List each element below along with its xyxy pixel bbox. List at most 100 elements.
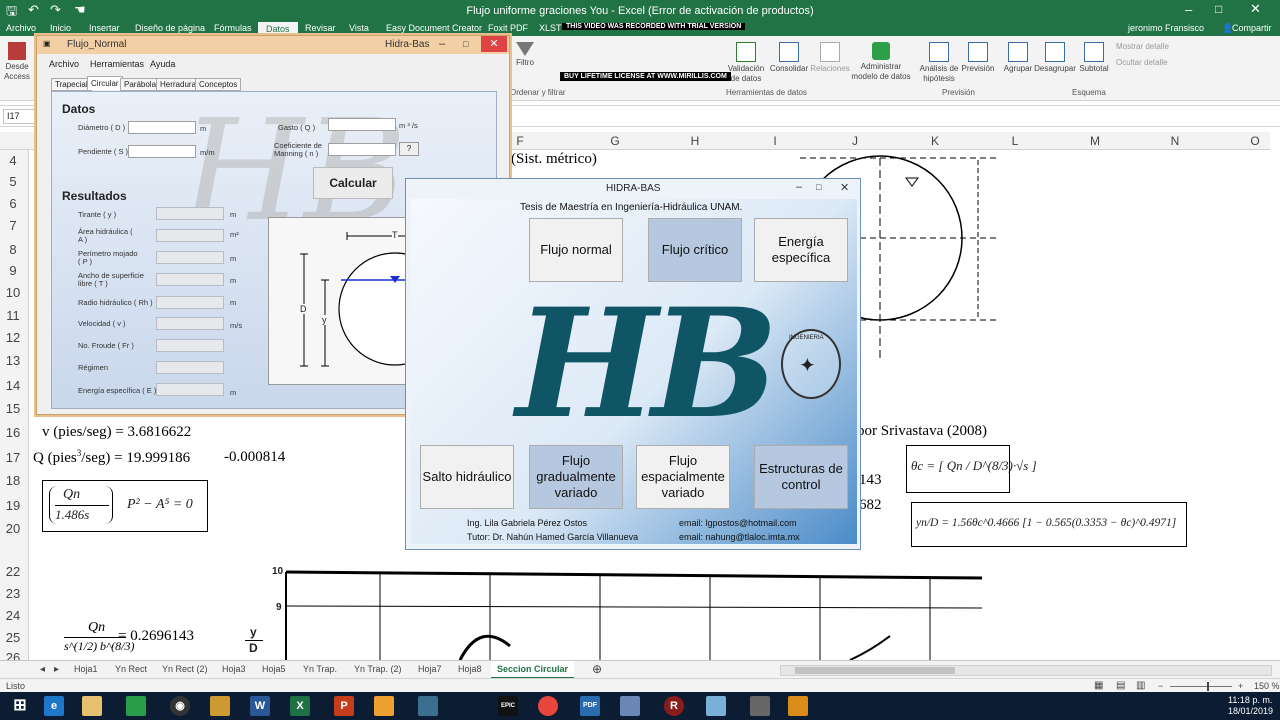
column-header-o[interactable]: O bbox=[1215, 134, 1280, 148]
consolidar-button[interactable]: Consolidar bbox=[768, 42, 810, 74]
row-header-18[interactable]: 18 bbox=[0, 473, 26, 488]
column-header-n[interactable]: N bbox=[1135, 134, 1215, 148]
row-header-13[interactable]: 13 bbox=[0, 353, 26, 368]
cell-value-143[interactable]: 143 bbox=[859, 472, 882, 489]
column-header-l[interactable]: L bbox=[975, 134, 1055, 148]
app-icon-blue[interactable] bbox=[418, 696, 438, 716]
scrollbar-thumb[interactable] bbox=[795, 667, 955, 674]
epic-games-icon[interactable]: EPIC bbox=[498, 696, 518, 716]
flujo-gradualmente-variado-button[interactable]: Flujo gradualmente variado bbox=[529, 445, 623, 509]
row-header-14[interactable]: 14 bbox=[0, 378, 26, 393]
paint-icon[interactable] bbox=[210, 696, 230, 716]
clock-date[interactable]: 18/01/2019 bbox=[1228, 706, 1273, 716]
chrome-icon[interactable] bbox=[538, 696, 558, 716]
minimize-icon[interactable]: – bbox=[439, 38, 445, 50]
tab-vista[interactable]: Vista bbox=[349, 23, 369, 33]
next-sheet-icon[interactable]: ▸ bbox=[54, 664, 59, 675]
relaciones-button[interactable]: Relaciones bbox=[810, 42, 850, 74]
tab-foxit[interactable]: Foxit PDF bbox=[488, 23, 528, 33]
app-icon-lightblue[interactable] bbox=[706, 696, 726, 716]
recorder-icon[interactable]: R bbox=[664, 696, 684, 716]
agrupar-button[interactable]: Agrupar bbox=[1000, 42, 1036, 74]
row-header-17[interactable]: 17 bbox=[0, 450, 26, 465]
store-icon[interactable] bbox=[126, 696, 146, 716]
share-button[interactable]: Compartir bbox=[1232, 23, 1272, 33]
tab-revisar[interactable]: Revisar bbox=[305, 23, 336, 33]
word-icon[interactable]: W bbox=[250, 696, 270, 716]
analisis-hipotesis-button[interactable]: Análisis de hipótesis bbox=[916, 42, 962, 84]
internet-explorer-icon[interactable]: e bbox=[44, 696, 64, 716]
manning-help-button[interactable]: ? bbox=[399, 142, 419, 156]
administrar-modelo-button[interactable]: Administrar modelo de datos bbox=[850, 42, 912, 82]
sheet-tab-yn-rect[interactable]: Yn Rect bbox=[115, 664, 147, 674]
sheet-tab-yn-trap[interactable]: Yn Trap. bbox=[303, 664, 337, 674]
close-icon[interactable]: ✕ bbox=[840, 181, 849, 194]
hidra-bas-taskbar-icon[interactable] bbox=[620, 696, 640, 716]
media-player-icon[interactable]: ◉ bbox=[170, 696, 190, 716]
sheet-tab-hoja1[interactable]: Hoja1 bbox=[74, 664, 98, 674]
row-header-7[interactable]: 7 bbox=[0, 218, 26, 233]
cell-difference[interactable]: -0.000814 bbox=[224, 449, 285, 466]
flujo-normal-button[interactable]: Flujo normal bbox=[529, 218, 623, 282]
row-header-4[interactable]: 4 bbox=[0, 153, 26, 168]
close-icon[interactable]: ✕ bbox=[1250, 1, 1261, 17]
sheet-tab-hoja3[interactable]: Hoja3 bbox=[222, 664, 246, 674]
sheet-tab-hoja8[interactable]: Hoja8 bbox=[458, 664, 482, 674]
tab-trapecial[interactable]: Trapecial bbox=[51, 78, 92, 91]
cell-ratio-value[interactable]: = 0.2696143 bbox=[118, 628, 194, 645]
maximize-icon[interactable]: □ bbox=[463, 39, 468, 49]
clock-time[interactable]: 11:18 p. m. bbox=[1228, 695, 1272, 705]
sheet-tab-yn-trap-2[interactable]: Yn Trap. (2) bbox=[354, 664, 402, 674]
tab-parabola[interactable]: Parábola bbox=[120, 78, 161, 91]
row-header-10[interactable]: 10 bbox=[0, 285, 26, 300]
column-header-i[interactable]: I bbox=[735, 134, 815, 148]
row-header-22[interactable]: 22 bbox=[0, 564, 26, 579]
column-header-m[interactable]: M bbox=[1055, 134, 1135, 148]
menu-archivo[interactable]: Archivo bbox=[49, 59, 79, 69]
mostrar-detalle-button[interactable]: Mostrar detalle bbox=[1116, 42, 1169, 51]
powerpoint-icon[interactable]: P bbox=[334, 696, 354, 716]
sheet-tab-hoja7[interactable]: Hoja7 bbox=[418, 664, 442, 674]
row-header-24[interactable]: 24 bbox=[0, 608, 26, 623]
app-icon-orange[interactable] bbox=[374, 696, 394, 716]
cell-discharge[interactable]: Q (pies3/seg) = 19.999186 bbox=[33, 448, 190, 467]
salto-hidraulico-button[interactable]: Salto hidráulico bbox=[420, 445, 514, 509]
row-header-20[interactable]: 20 bbox=[0, 521, 26, 536]
zoom-slider-handle[interactable] bbox=[1207, 682, 1209, 691]
subtotal-button[interactable]: Subtotal bbox=[1076, 42, 1112, 74]
column-header-g[interactable]: G bbox=[575, 134, 655, 148]
estructuras-de-control-button[interactable]: Estructuras de control bbox=[754, 445, 848, 509]
tab-diseno[interactable]: Diseño de página bbox=[135, 23, 205, 33]
windows-start-icon[interactable]: ⊞ bbox=[10, 696, 30, 716]
energia-especifica-button[interactable]: Energía específica bbox=[754, 218, 848, 282]
row-header-25[interactable]: 25 bbox=[0, 630, 26, 645]
row-header-6[interactable]: 6 bbox=[0, 196, 26, 211]
gasto-input[interactable] bbox=[328, 118, 396, 131]
tab-inicio[interactable]: Inicio bbox=[50, 23, 71, 33]
flujo-espacialmente-variado-button[interactable]: Flujo espacialmente variado bbox=[636, 445, 730, 509]
flujo-normal-titlebar[interactable]: ▣ Flujo_Normal Hidra-Bas – □ ✕ bbox=[37, 36, 509, 54]
tab-archivo[interactable]: Archivo bbox=[6, 23, 36, 33]
cell-velocity[interactable]: v (pies/seg) = 3.6816622 bbox=[42, 424, 191, 441]
minimize-icon[interactable]: – bbox=[796, 181, 802, 193]
prev-sheet-icon[interactable]: ◂ bbox=[40, 664, 45, 675]
embedded-graph-image[interactable]: 10 9 bbox=[270, 566, 990, 660]
page-break-icon[interactable]: ▥ bbox=[1136, 680, 1145, 691]
cell-sist-metrico[interactable]: (Sist. métrico) bbox=[511, 151, 597, 168]
maximize-icon[interactable]: □ bbox=[816, 182, 821, 192]
sheet-tab-seccion-circular[interactable]: Seccion Circular bbox=[491, 661, 575, 679]
normal-view-icon[interactable]: ▦ bbox=[1094, 680, 1103, 691]
file-explorer-icon[interactable] bbox=[82, 696, 102, 716]
filtro-button[interactable]: Filtro bbox=[512, 42, 538, 68]
row-header-5[interactable]: 5 bbox=[0, 174, 26, 189]
app-icon-gray[interactable] bbox=[750, 696, 770, 716]
desde-access-button[interactable]: Desde Access bbox=[2, 42, 32, 82]
calcular-button[interactable]: Calcular bbox=[313, 167, 393, 199]
zoom-out-icon[interactable]: − bbox=[1158, 681, 1163, 691]
horizontal-scrollbar[interactable] bbox=[780, 665, 1272, 676]
tab-formulas[interactable]: Fórmulas bbox=[214, 23, 252, 33]
zoom-in-icon[interactable]: + bbox=[1238, 681, 1243, 691]
row-header-16[interactable]: 16 bbox=[0, 425, 26, 440]
diametro-input[interactable] bbox=[128, 121, 196, 134]
row-header-8[interactable]: 8 bbox=[0, 242, 26, 257]
